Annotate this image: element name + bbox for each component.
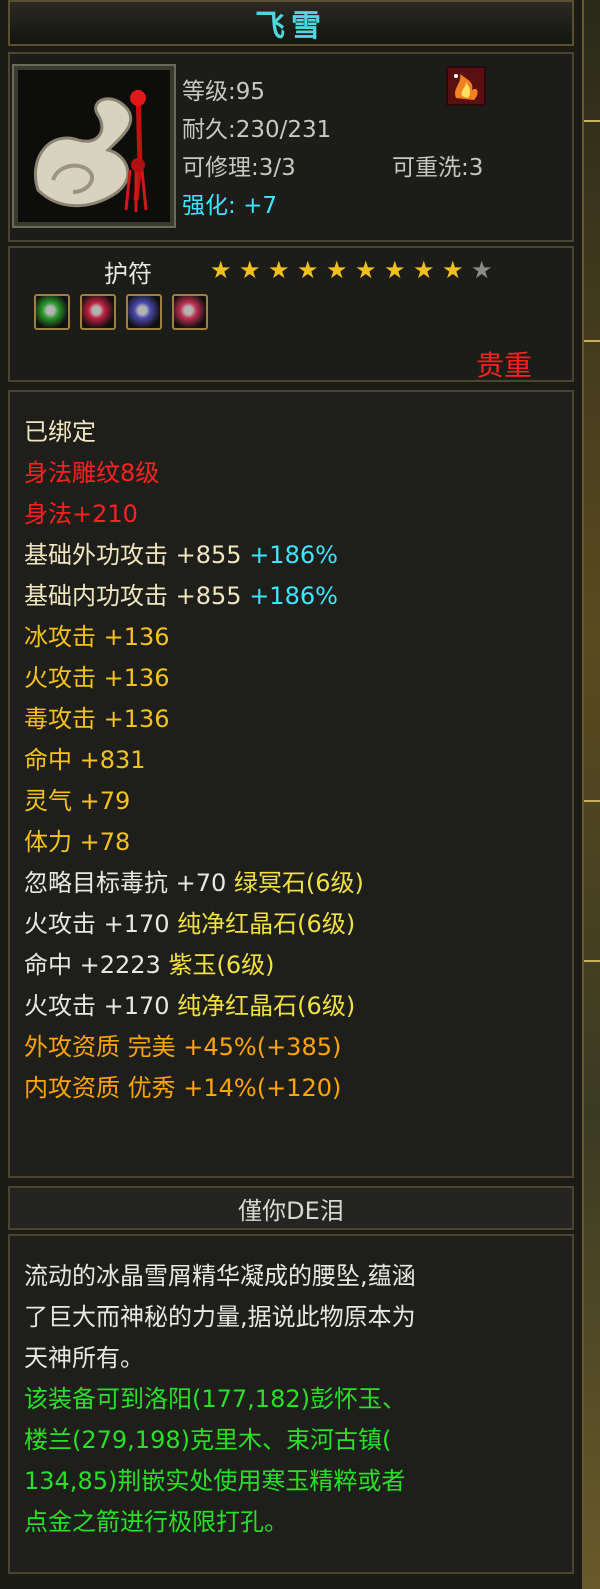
- attribute-line: 已绑定: [24, 412, 96, 452]
- rarity-label: 贵重: [476, 349, 533, 382]
- green-gem-icon[interactable]: [34, 294, 70, 330]
- attribute-extra: 紫玉(6级): [168, 951, 275, 979]
- attribute-line: 火攻击 +170 纯净红晶石(6级): [24, 904, 355, 944]
- rewash-stat: 可重洗:3: [392, 155, 484, 181]
- attribute-line: 身法+210: [24, 494, 138, 534]
- star-filled-icon: ★: [384, 256, 406, 284]
- star-filled-icon: ★: [268, 256, 290, 284]
- attribute-text: 命中 +2223: [24, 951, 169, 979]
- purple-gem-icon[interactable]: [126, 294, 162, 330]
- attribute-line: 外攻资质 完美 +45%(+385): [24, 1027, 341, 1067]
- description-line: 134,85)荆嵌实处使用寒玉精粹或者: [24, 1467, 406, 1495]
- star-filled-icon: ★: [239, 256, 261, 284]
- attribute-line: 毒攻击 +136: [24, 699, 170, 739]
- attribute-text: 外攻资质 完美 +45%(+385): [24, 1033, 342, 1061]
- attribute-extra: +186%: [249, 541, 338, 569]
- attribute-extra: 绿冥石(6级): [233, 869, 364, 897]
- level-stat: 等级:95: [182, 79, 266, 105]
- attribute-line: 命中 +831: [24, 740, 146, 780]
- attribute-text: 火攻击 +170: [24, 910, 178, 938]
- attribute-extra: +186%: [249, 582, 338, 610]
- attribute-text: 火攻击 +136: [24, 664, 170, 692]
- attribute-line: 忽略目标毒抗 +70 绿冥石(6级): [24, 863, 364, 903]
- jade-pendant-icon: [18, 70, 170, 222]
- description-line: 楼兰(279,198)克里木、束河古镇(: [24, 1426, 392, 1454]
- star-filled-icon: ★: [297, 256, 319, 284]
- enhance-stat: 强化: +7: [182, 186, 277, 220]
- description-line: 流动的冰晶雪屑精华凝成的腰坠,蕴涵: [24, 1262, 416, 1290]
- attribute-text: 身法+210: [24, 500, 138, 528]
- red-gem-icon[interactable]: [172, 294, 208, 330]
- enhance-label: 强化:: [182, 193, 236, 219]
- attribute-line: 基础内功攻击 +855 +186%: [24, 576, 338, 616]
- star-filled-icon: ★: [442, 256, 464, 284]
- attribute-line: 冰攻击 +136: [24, 617, 170, 657]
- item-tooltip: 飞雪 等级:95 耐久:230/231 可修理:3/3 可重洗:3 强化: +7…: [0, 0, 584, 1589]
- attribute-line: 内攻资质 优秀 +14%(+120): [24, 1068, 341, 1108]
- durability-stat: 耐久:230/231: [182, 117, 332, 143]
- star-filled-icon: ★: [210, 256, 232, 284]
- attribute-text: 基础外功攻击 +855: [24, 541, 250, 569]
- owner-name: 僅你DE泪: [238, 1196, 344, 1225]
- owner-bar: 僅你DE泪: [8, 1186, 574, 1230]
- item-category: 护符: [104, 260, 152, 288]
- attribute-line: 基础外功攻击 +855 +186%: [24, 535, 338, 575]
- title-bar: 飞雪: [8, 0, 574, 46]
- attribute-text: 内攻资质 优秀 +14%(+120): [24, 1074, 342, 1102]
- attribute-line: 命中 +2223 紫玉(6级): [24, 945, 274, 985]
- attribute-extra: 纯净红晶石(6级): [177, 910, 356, 938]
- description-line: 天神所有。: [24, 1344, 144, 1372]
- item-icon[interactable]: [12, 64, 176, 228]
- attribute-text: 体力 +78: [24, 828, 131, 856]
- description-line: 该装备可到洛阳(177,182)彭怀玉、: [24, 1385, 406, 1413]
- attribute-text: 命中 +831: [24, 746, 146, 774]
- attribute-text: 已绑定: [24, 418, 96, 446]
- flame-icon: [454, 74, 478, 100]
- star-empty-icon: ★: [471, 256, 493, 284]
- attribute-text: 冰攻击 +136: [24, 623, 170, 651]
- attribute-text: 毒攻击 +136: [24, 705, 170, 733]
- star-filled-icon: ★: [413, 256, 435, 284]
- attribute-text: 灵气 +79: [24, 787, 131, 815]
- enhance-value: +7: [243, 193, 277, 219]
- attribute-line: 体力 +78: [24, 822, 130, 862]
- attribute-text: 基础内功攻击 +855: [24, 582, 250, 610]
- star-filled-icon: ★: [326, 256, 348, 284]
- repairable-stat: 可修理:3/3: [182, 155, 296, 181]
- description-line: 了巨大而神秘的力量,据说此物原本为: [24, 1303, 416, 1331]
- star-filled-icon: ★: [355, 256, 377, 284]
- attribute-text: 忽略目标毒抗 +70: [24, 869, 234, 897]
- attribute-text: 身法雕纹8级: [24, 459, 160, 487]
- attribute-line: 火攻击 +136: [24, 658, 170, 698]
- attribute-line: 身法雕纹8级: [24, 453, 159, 493]
- bound-status-icon[interactable]: [446, 66, 486, 106]
- attribute-text: 火攻击 +170: [24, 992, 178, 1020]
- attribute-extra: 纯净红晶石(6级): [177, 992, 356, 1020]
- attribute-line: 灵气 +79: [24, 781, 130, 821]
- description-line: 点金之箭进行极限打孔。: [24, 1508, 288, 1536]
- red-gem-icon[interactable]: [80, 294, 116, 330]
- item-title: 飞雪: [255, 9, 327, 44]
- side-scroll-strip: [584, 0, 600, 1589]
- attribute-line: 火攻击 +170 纯净红晶石(6级): [24, 986, 355, 1026]
